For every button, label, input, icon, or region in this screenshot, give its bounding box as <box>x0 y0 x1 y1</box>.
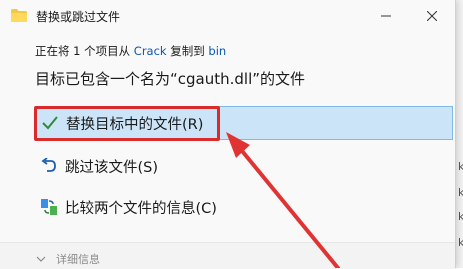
background-fragment: k <box>458 160 463 173</box>
close-button[interactable] <box>409 0 455 32</box>
minimize-button[interactable] <box>363 0 409 32</box>
annotation-highlight-box <box>34 106 220 141</box>
undo-arrow-icon <box>39 156 59 176</box>
dialog-title: 替换或跳过文件 <box>36 10 121 24</box>
skip-option-label: 跳过该文件(S) <box>65 159 159 176</box>
minimize-icon <box>381 15 391 17</box>
title-bar[interactable]: 替换或跳过文件 <box>0 0 455 32</box>
compare-icon <box>39 197 59 217</box>
chevron-down-icon <box>36 256 46 262</box>
status-middle: 复制到 <box>166 44 209 58</box>
copy-status: 正在将 1 个项目从 Crack 复制到 bin <box>35 43 226 59</box>
dialog-footer: 详细信息 <box>0 242 455 269</box>
destination-folder-link[interactable]: bin <box>208 44 226 58</box>
background-fragment: k <box>458 236 463 249</box>
folder-icon <box>11 9 27 22</box>
background-fragment: k <box>458 186 463 199</box>
compare-option-label: 比较两个文件的信息(C) <box>65 200 217 217</box>
skip-option[interactable]: 跳过该文件(S) <box>35 149 453 183</box>
details-toggle[interactable]: 详细信息 <box>36 251 100 267</box>
details-label: 详细信息 <box>56 253 100 266</box>
conflict-heading: 目标已包含一个名为“cgauth.dll”的文件 <box>35 70 306 88</box>
status-prefix: 正在将 1 个项目从 <box>35 44 134 58</box>
replace-or-skip-dialog: 替换或跳过文件 正在将 1 个项目从 Crack 复制到 bin 目标已包含一个… <box>0 0 456 269</box>
background-fragment: k <box>458 210 463 223</box>
compare-option[interactable]: 比较两个文件的信息(C) <box>35 190 453 224</box>
source-folder-link[interactable]: Crack <box>134 44 167 58</box>
close-icon <box>427 11 437 21</box>
